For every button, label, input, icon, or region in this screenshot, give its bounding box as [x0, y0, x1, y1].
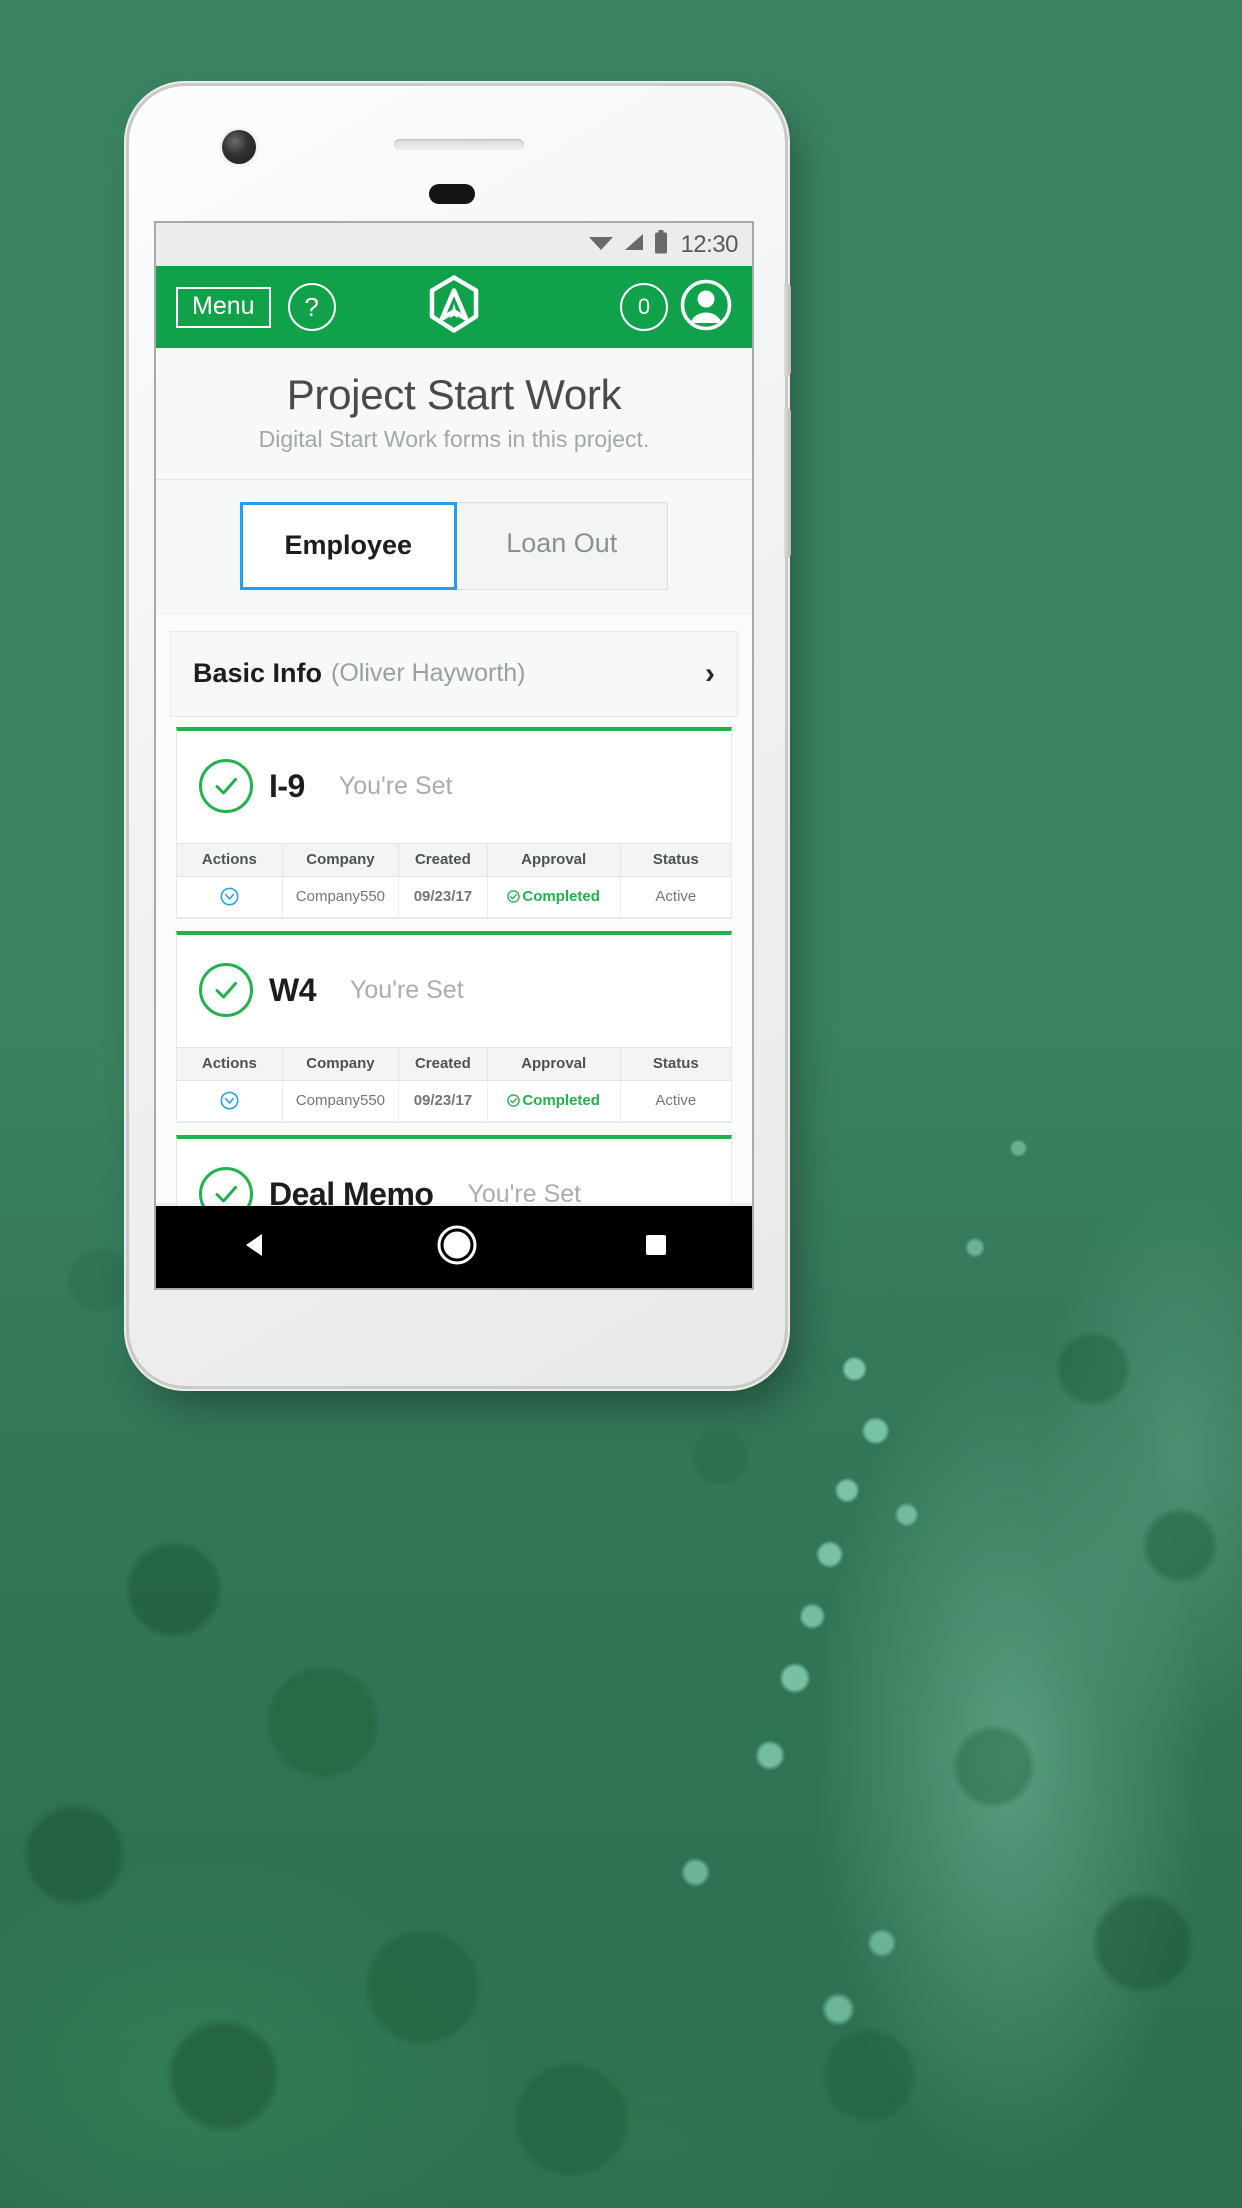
th-created: Created — [398, 1047, 488, 1082]
cell-company: Company550 — [282, 876, 400, 919]
cell-created: 09/23/17 — [398, 876, 488, 919]
menu-button[interactable]: Menu — [176, 286, 271, 328]
android-status-bar: 12:30 — [156, 223, 752, 266]
table-row: Company550 09/23/17 Completed Active — [177, 876, 731, 919]
page-header: Project Start Work Digital Start Work fo… — [156, 348, 752, 481]
form-table: Actions Company Created Approval Status — [177, 1047, 731, 1123]
status-bar-time: 12:30 — [680, 230, 738, 258]
th-approval: Approval — [487, 843, 621, 878]
basic-info-row[interactable]: Basic Info (Oliver Hayworth) › — [170, 631, 738, 718]
th-approval: Approval — [487, 1047, 621, 1082]
phone-device-frame: 12:30 Menu ? 0 Project Start Work Digita… — [129, 86, 791, 1386]
form-title: W4 — [269, 971, 317, 1008]
basic-info-person: (Oliver Hayworth) — [331, 659, 526, 688]
cell-actions[interactable] — [177, 1080, 283, 1123]
proximity-sensor — [429, 184, 475, 204]
tabs-container: Employee Loan Out — [156, 480, 752, 615]
table-header-row: Actions Company Created Approval Status — [177, 843, 731, 878]
cell-actions[interactable] — [177, 876, 283, 919]
earpiece-speaker — [394, 139, 524, 150]
th-status: Status — [620, 1047, 731, 1082]
approval-status-badge: Completed — [507, 1092, 600, 1109]
tab-loan-out[interactable]: Loan Out — [455, 502, 668, 591]
approval-status-badge: Completed — [507, 888, 600, 905]
cell-company: Company550 — [282, 1080, 400, 1123]
app-logo-shield[interactable] — [423, 274, 485, 341]
approval-label: Completed — [522, 888, 600, 906]
table-row: Company550 09/23/17 Completed Active — [177, 1080, 731, 1123]
form-table: Actions Company Created Approval Status — [177, 843, 731, 919]
basic-info-label: Basic Info — [193, 658, 323, 689]
user-avatar-icon[interactable] — [680, 279, 732, 336]
caret-down-circle-icon[interactable] — [220, 1091, 239, 1110]
form-title: I-9 — [269, 767, 305, 804]
notification-count-badge[interactable]: 0 — [620, 283, 668, 331]
recents-square-icon[interactable] — [641, 1230, 671, 1265]
form-card-header[interactable]: W4 You're Set — [177, 935, 731, 1047]
page-subtitle: Digital Start Work forms in this project… — [258, 426, 650, 453]
chevron-right-icon: › — [705, 656, 715, 690]
back-triangle-icon[interactable] — [237, 1227, 273, 1268]
power-button[interactable] — [784, 284, 791, 376]
th-created: Created — [398, 843, 488, 878]
cell-status: Active — [620, 876, 731, 919]
form-status-text: You're Set — [338, 771, 453, 800]
app-bar-right-actions: 0 — [620, 279, 732, 336]
form-card-header[interactable]: I-9 You're Set — [177, 731, 731, 843]
page-title: Project Start Work — [286, 371, 622, 418]
form-status-text: You're Set — [350, 975, 464, 1004]
forms-list: Basic Info (Oliver Hayworth) › I-9 You'r… — [156, 614, 752, 1288]
wifi-icon — [588, 232, 614, 257]
th-status: Status — [620, 843, 731, 878]
cell-status: Active — [620, 1080, 731, 1123]
cell-created: 09/23/17 — [398, 1080, 488, 1123]
phone-screen: 12:30 Menu ? 0 Project Start Work Digita… — [156, 223, 752, 1288]
form-card-w4: W4 You're Set Actions Company Created Ap… — [176, 931, 732, 1124]
th-actions: Actions — [177, 843, 283, 878]
volume-button[interactable] — [784, 408, 791, 558]
help-button[interactable]: ? — [287, 283, 336, 331]
th-actions: Actions — [177, 1047, 283, 1082]
th-company: Company — [282, 1047, 400, 1082]
home-circle-icon[interactable] — [435, 1223, 479, 1272]
cell-approval: Completed — [487, 1080, 621, 1123]
table-header-row: Actions Company Created Approval Status — [177, 1047, 731, 1082]
caret-down-circle-icon[interactable] — [220, 887, 239, 906]
approval-label: Completed — [522, 1092, 600, 1110]
tab-employee[interactable]: Employee — [240, 502, 457, 591]
android-navigation-bar — [156, 1206, 752, 1288]
cellular-signal-icon — [623, 232, 645, 257]
check-circle-icon — [199, 759, 253, 814]
cell-approval: Completed — [487, 876, 621, 919]
form-card-i9: I-9 You're Set Actions Company Created A… — [176, 727, 732, 920]
check-circle-icon — [199, 963, 253, 1018]
battery-icon — [654, 230, 668, 259]
th-company: Company — [282, 843, 400, 878]
app-bar: Menu ? 0 — [156, 266, 752, 348]
front-camera-icon — [222, 130, 256, 164]
